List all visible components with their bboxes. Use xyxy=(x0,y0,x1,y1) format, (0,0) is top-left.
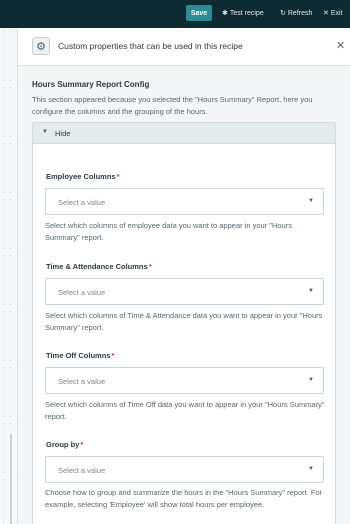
group-by-label: Group by* xyxy=(46,440,84,449)
config-panel: ⚙ Custom properties that can be used in … xyxy=(18,28,350,524)
refresh-icon: ↻ xyxy=(280,10,286,17)
canvas-grid-pattern xyxy=(0,28,18,524)
time-off-columns-select[interactable]: Select a value ▼ xyxy=(45,367,324,394)
exit-label: Exit xyxy=(330,9,343,17)
select-placeholder: Select a value xyxy=(58,377,106,386)
time-attendance-columns-select[interactable]: Select a value ▼ xyxy=(45,278,324,305)
caret-down-icon: ▼ xyxy=(308,377,314,383)
close-icon[interactable]: ✕ xyxy=(336,39,345,52)
refresh-label: Refresh xyxy=(287,9,313,17)
caret-down-icon: ▼ xyxy=(308,198,314,204)
hide-toggle[interactable]: ▼ Hide xyxy=(32,122,336,144)
caret-down-icon: ▼ xyxy=(308,466,314,472)
required-asterisk: * xyxy=(116,172,120,181)
employee-columns-hint: Select which columns of employee data yo… xyxy=(45,221,292,242)
save-button[interactable]: Save xyxy=(186,5,212,21)
select-placeholder: Select a value xyxy=(58,288,106,297)
group-by-select[interactable]: Select a value ▼ xyxy=(45,456,324,483)
scrollbar-thumb[interactable] xyxy=(10,434,12,524)
custom-properties-title: Custom properties that can be used in th… xyxy=(58,41,243,51)
section-description: This section appeared because you select… xyxy=(32,95,313,116)
required-asterisk: * xyxy=(148,262,152,271)
custom-properties-header[interactable]: ⚙ Custom properties that can be used in … xyxy=(18,28,350,66)
caret-down-icon: ▼ xyxy=(42,129,48,135)
employee-columns-label: Employee Columns* xyxy=(46,172,120,181)
required-asterisk: * xyxy=(111,351,115,360)
time-off-columns-label: Time Off Columns* xyxy=(46,351,115,360)
time-off-columns-hint: Select which columns of Time Off data yo… xyxy=(45,400,325,421)
group-by-hint: Choose how to group and summarize the ho… xyxy=(45,488,323,509)
recipe-toolbar: Save ✱ Test recipe ↻ Refresh ✕ Exit xyxy=(0,0,350,28)
gear-icon: ✱ xyxy=(222,10,228,17)
select-placeholder: Select a value xyxy=(58,198,106,207)
section-title: Hours Summary Report Config xyxy=(32,80,150,89)
refresh-button[interactable]: ↻ Refresh xyxy=(280,7,312,19)
select-placeholder: Select a value xyxy=(58,466,106,475)
time-attendance-columns-hint: Select which columns of Time & Attendanc… xyxy=(45,311,323,332)
close-icon: ✕ xyxy=(323,10,329,17)
hide-toggle-label: Hide xyxy=(55,129,71,138)
time-attendance-columns-label: Time & Attendance Columns* xyxy=(46,262,152,271)
test-recipe-label: Test recipe xyxy=(229,9,264,17)
required-asterisk: * xyxy=(80,440,84,449)
fields-panel: Employee Columns* Select a value ▼ Selec… xyxy=(32,144,336,524)
recipe-canvas-strip xyxy=(0,28,18,524)
test-recipe-button[interactable]: ✱ Test recipe xyxy=(222,7,264,19)
employee-columns-select[interactable]: Select a value ▼ xyxy=(45,188,324,215)
exit-button[interactable]: ✕ Exit xyxy=(323,7,343,19)
gear-icon: ⚙ xyxy=(32,37,50,55)
caret-down-icon: ▼ xyxy=(308,288,314,294)
